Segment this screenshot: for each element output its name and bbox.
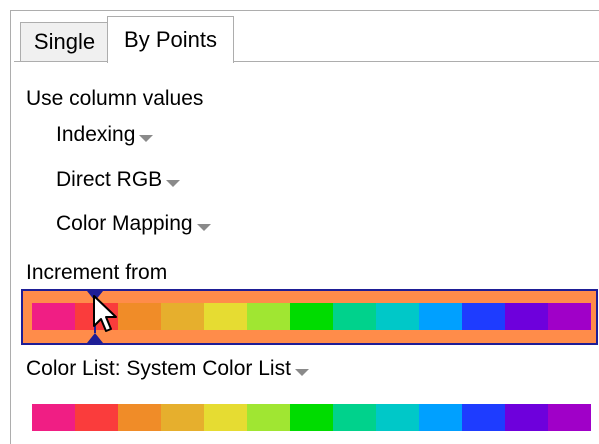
chevron-down-icon — [166, 179, 181, 187]
color-list-swatches — [32, 404, 591, 431]
color-swatch[interactable] — [32, 303, 75, 330]
color-swatch[interactable] — [505, 303, 548, 330]
color-swatch — [118, 404, 161, 431]
color-mapping-label: Color Mapping — [56, 212, 193, 235]
color-swatch[interactable] — [548, 303, 591, 330]
chevron-down-icon — [139, 134, 154, 142]
tab-strip: Single By Points — [14, 16, 599, 63]
color-swatch[interactable] — [333, 303, 376, 330]
tab-by-points[interactable]: By Points — [107, 16, 234, 63]
color-swatch — [32, 404, 75, 431]
color-swatch[interactable] — [247, 303, 290, 330]
color-swatch — [333, 404, 376, 431]
color-swatch — [376, 404, 419, 431]
direct-rgb-label: Direct RGB — [56, 168, 163, 191]
increment-from-label: Increment from — [26, 261, 168, 284]
tab-single[interactable]: Single — [20, 22, 109, 62]
color-swatch — [75, 404, 118, 431]
indexing-dropdown[interactable]: Indexing — [56, 123, 154, 147]
mouse-pointer-icon — [93, 295, 117, 332]
color-swatch — [161, 404, 204, 431]
color-swatch[interactable] — [161, 303, 204, 330]
color-swatch[interactable] — [118, 303, 161, 330]
color-swatch — [290, 404, 333, 431]
color-swatch — [204, 404, 247, 431]
color-list-label: Color List: System Color List — [26, 357, 291, 380]
chevron-down-icon — [294, 368, 309, 376]
use-column-values-label: Use column values — [26, 87, 204, 110]
color-swatch — [462, 404, 505, 431]
color-swatch[interactable] — [376, 303, 419, 330]
chevron-down-icon — [196, 223, 211, 231]
color-swatch[interactable] — [462, 303, 505, 330]
color-swatch — [548, 404, 591, 431]
color-swatch[interactable] — [204, 303, 247, 330]
color-swatch — [247, 404, 290, 431]
color-swatch — [419, 404, 462, 431]
indexing-label: Indexing — [56, 123, 136, 146]
color-swatch[interactable] — [290, 303, 333, 330]
color-list-dropdown[interactable]: Color List: System Color List — [26, 357, 309, 381]
direct-rgb-dropdown[interactable]: Direct RGB — [56, 168, 181, 192]
color-swatch — [505, 404, 548, 431]
color-mapping-dropdown[interactable]: Color Mapping — [56, 212, 211, 236]
position-marker-icon[interactable] — [87, 333, 103, 343]
color-swatch[interactable] — [419, 303, 462, 330]
